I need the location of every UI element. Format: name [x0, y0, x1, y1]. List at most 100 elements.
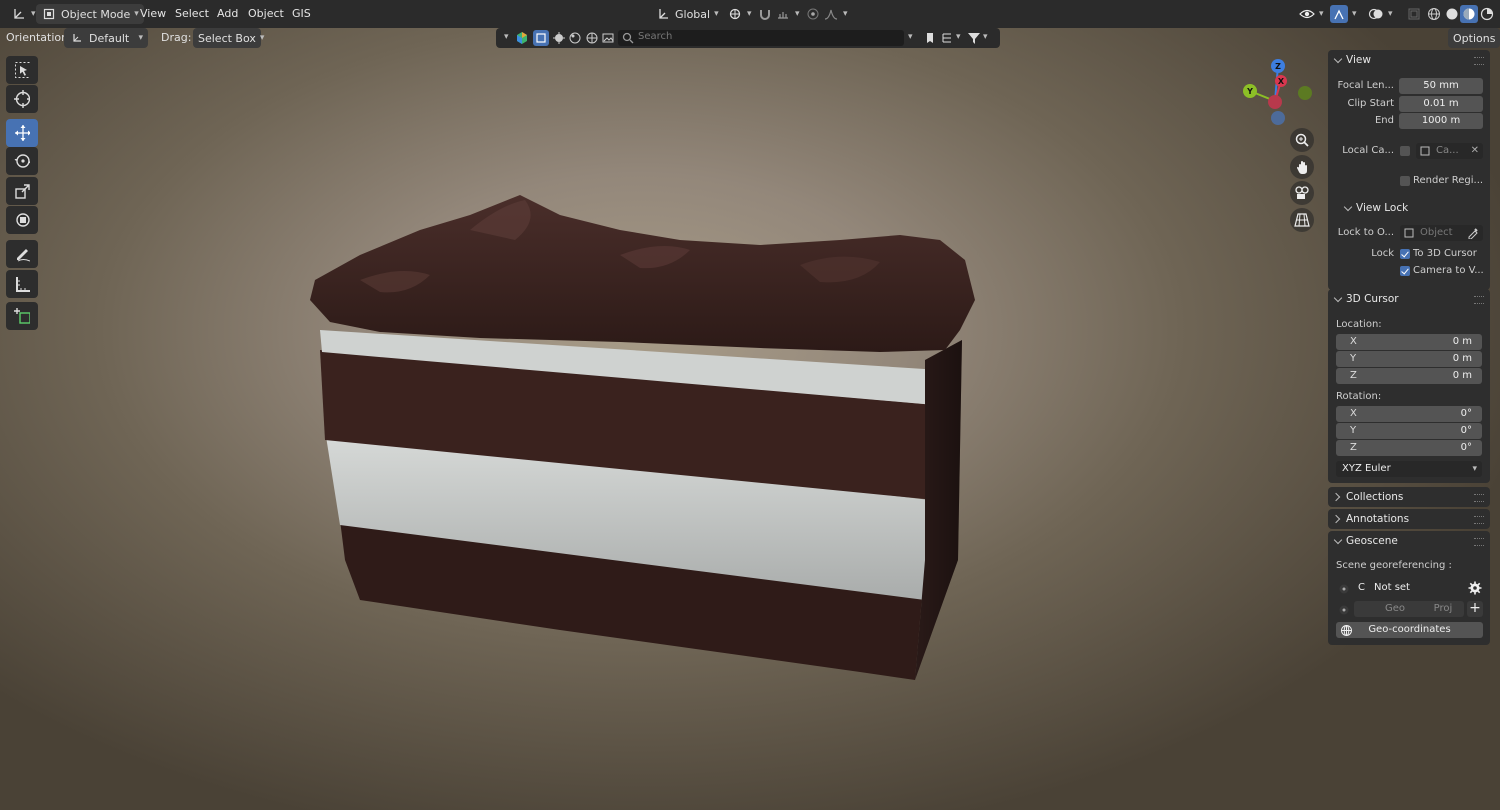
filter-funnel-icon[interactable]: [966, 30, 982, 46]
zoom-button[interactable]: [1290, 128, 1314, 152]
pencil-icon: [14, 246, 30, 262]
location-z-field[interactable]: Z 0 m: [1336, 368, 1482, 384]
measure-tool[interactable]: [6, 270, 38, 298]
collections-panel-header[interactable]: Collections: [1328, 487, 1403, 507]
light-filter-icon[interactable]: [551, 30, 567, 46]
chevron-down-icon[interactable]: ▾: [956, 32, 961, 42]
options-button[interactable]: Options: [1448, 28, 1500, 48]
gizmo-toggle[interactable]: ▾: [1325, 4, 1362, 24]
drag-grip-icon[interactable]: [1474, 516, 1484, 524]
geo-coordinates-label: Geo-coordinates: [1368, 624, 1451, 635]
view-lock-subpanel-header[interactable]: View Lock: [1338, 198, 1408, 218]
world-filter-icon[interactable]: [584, 30, 600, 46]
add-crs-button[interactable]: +: [1467, 601, 1483, 617]
navigation-gizmo[interactable]: Z Y X: [1240, 55, 1320, 135]
chevron-down-icon[interactable]: ▾: [983, 32, 988, 42]
transform-icon: [14, 212, 30, 228]
view-panel-header[interactable]: View: [1328, 50, 1371, 70]
lock-to-3d-cursor-checkbox[interactable]: [1400, 249, 1410, 259]
lock-label: Lock: [1371, 248, 1394, 259]
radio-dot-icon[interactable]: [1336, 602, 1352, 618]
camera-to-view-checkbox[interactable]: [1400, 266, 1410, 276]
chevron-down-icon[interactable]: ▾: [504, 32, 509, 42]
drag-dropdown[interactable]: Select Box ▾: [193, 28, 264, 48]
close-icon[interactable]: ✕: [1471, 143, 1479, 159]
image-filter-icon[interactable]: [600, 30, 616, 46]
overlays-dropdown[interactable]: ▾: [1363, 4, 1398, 24]
rotation-z-value: 0°: [1460, 442, 1472, 453]
gizmo-negative-x[interactable]: [1268, 95, 1282, 109]
render-region-checkbox[interactable]: [1400, 176, 1410, 186]
search-input[interactable]: Search: [618, 30, 904, 46]
drag-grip-icon[interactable]: [1474, 494, 1484, 502]
lock-to-object-field[interactable]: Object: [1400, 225, 1483, 241]
local-camera-field[interactable]: Ca... ✕: [1416, 143, 1483, 159]
rotation-y-field[interactable]: Y 0°: [1336, 423, 1482, 439]
transform-orientation-dropdown[interactable]: Global ▾: [650, 4, 724, 24]
eyedropper-icon[interactable]: [1465, 225, 1481, 241]
color-hexagon-icon[interactable]: [514, 30, 530, 46]
focal-length-field[interactable]: 50 mm: [1399, 78, 1483, 94]
scale-tool[interactable]: [6, 177, 38, 205]
geoscene-panel-header[interactable]: Geoscene: [1328, 531, 1398, 551]
menu-add[interactable]: Add: [211, 4, 244, 24]
chevron-down-icon: ▾: [1472, 464, 1477, 474]
annotations-panel-header[interactable]: Annotations: [1328, 509, 1409, 529]
axis-label: X: [1350, 408, 1357, 419]
perspective-toggle-button[interactable]: [1290, 208, 1314, 232]
cursor-tool[interactable]: [6, 85, 38, 113]
rotation-mode-dropdown[interactable]: XYZ Euler ▾: [1336, 461, 1482, 477]
bookmark-icon[interactable]: [922, 30, 938, 46]
gizmo-z-axis[interactable]: Z: [1271, 59, 1285, 73]
local-camera-checkbox[interactable]: [1400, 146, 1410, 156]
drag-grip-icon[interactable]: [1474, 296, 1484, 304]
drag-grip-icon[interactable]: [1474, 57, 1484, 65]
mode-dropdown[interactable]: Object Mode ▾: [36, 4, 144, 24]
clip-start-field[interactable]: 0.01 m: [1399, 96, 1483, 112]
annotate-tool[interactable]: [6, 240, 38, 268]
object-visibility-dropdown[interactable]: ▾: [1294, 4, 1329, 24]
chevron-down-icon[interactable]: ▾: [908, 32, 913, 42]
gizmo-x-axis[interactable]: X: [1275, 75, 1287, 87]
mesh-filter-icon[interactable]: [533, 30, 549, 46]
gizmo-negative-y[interactable]: [1298, 86, 1312, 100]
rotate-tool[interactable]: [6, 147, 38, 175]
location-x-value: 0 m: [1452, 336, 1472, 347]
object-mode-icon: [41, 6, 57, 22]
rotation-z-field[interactable]: Z 0°: [1336, 440, 1482, 456]
move-tool[interactable]: [6, 119, 38, 147]
shading-rendered[interactable]: [1474, 4, 1500, 24]
gear-icon[interactable]: [1467, 580, 1483, 596]
proj-button[interactable]: Proj: [1422, 601, 1464, 617]
rotation-x-value: 0°: [1460, 408, 1472, 419]
select-box-tool[interactable]: [6, 56, 38, 84]
crs-c-label: C: [1358, 582, 1365, 593]
geoscene-panel: Geoscene Scene georeferencing : C Not se…: [1328, 531, 1490, 645]
drag-label: Drag:: [161, 31, 192, 44]
camera-view-button[interactable]: [1290, 181, 1314, 205]
transform-tool[interactable]: [6, 206, 38, 234]
menu-view[interactable]: View: [134, 4, 172, 24]
menu-object[interactable]: Object: [242, 4, 290, 24]
pan-button[interactable]: [1290, 155, 1314, 179]
hierarchy-icon[interactable]: [939, 30, 955, 46]
add-cube-tool[interactable]: [6, 302, 38, 330]
geo-coordinates-button[interactable]: Geo-coordinates: [1336, 622, 1483, 638]
orientation-dropdown[interactable]: Default ▾: [64, 28, 148, 48]
clip-end-field[interactable]: 1000 m: [1399, 113, 1483, 129]
3d-cursor-panel-header[interactable]: 3D Cursor: [1328, 289, 1399, 309]
radio-dot-icon[interactable]: [1336, 581, 1352, 597]
gizmo-icon: [1330, 5, 1348, 23]
chevron-down-icon: ▾: [31, 9, 36, 19]
menu-select[interactable]: Select: [169, 4, 215, 24]
location-x-field[interactable]: X 0 m: [1336, 334, 1482, 350]
rotation-x-field[interactable]: X 0°: [1336, 406, 1482, 422]
gizmo-y-axis[interactable]: Y: [1243, 84, 1257, 98]
camera-to-view-label: Camera to V...: [1413, 265, 1484, 276]
location-y-field[interactable]: Y 0 m: [1336, 351, 1482, 367]
drag-grip-icon[interactable]: [1474, 538, 1484, 546]
material-filter-icon[interactable]: [567, 30, 583, 46]
menu-gis[interactable]: GIS: [286, 4, 317, 24]
gizmo-negative-z[interactable]: [1271, 111, 1285, 125]
falloff-dropdown[interactable]: ▾: [818, 4, 853, 24]
